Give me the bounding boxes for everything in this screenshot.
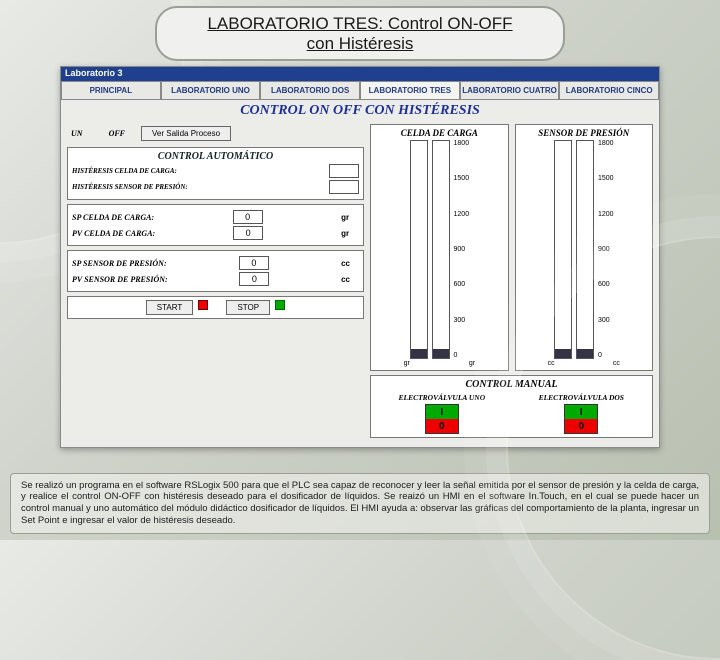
pv-presion-value: 0 (239, 272, 269, 286)
manual-panel: CONTROL MANUAL ELECTROVÁLVULA UNO I 0 EL… (370, 375, 653, 438)
start-led-icon (198, 300, 208, 310)
pv-celda-label: PV CELDA DE CARGA: (72, 229, 155, 238)
presion-panel: SP SENSOR DE PRESIÓN: 0 cc PV SENSOR DE … (67, 250, 364, 292)
tab-lab-cinco[interactable]: LABORATORIO CINCO (559, 81, 659, 99)
hmi-window: Laboratorio 3 PRINCIPAL LABORATORIO UNO … (60, 66, 660, 448)
start-button[interactable]: START (146, 300, 193, 315)
sp-presion-label: SP SENSOR DE PRESIÓN: (72, 259, 167, 268)
valve-1: ELECTROVÁLVULA UNO I 0 (375, 393, 508, 434)
valve-1-switch[interactable]: I 0 (425, 404, 459, 434)
slide-caption: Se realizó un programa en el software RS… (10, 473, 710, 535)
hmi-page-title: CONTROL ON OFF CON HISTÉRESIS (61, 100, 659, 122)
valve-2-on[interactable]: I (565, 405, 597, 419)
slide-title: LABORATORIO TRES: Control ON-OFF con His… (155, 6, 565, 61)
auto-panel-title: CONTROL AUTOMÁTICO (72, 151, 359, 162)
off-label: OFF (109, 129, 125, 138)
pv-presion-unit: cc (341, 275, 359, 284)
gauge-celda-title: CELDA DE CARGA (374, 128, 504, 138)
stop-led-icon (275, 300, 285, 310)
pv-celda-unit: gr (341, 229, 359, 238)
gauge-celda-unit-a: gr (404, 360, 410, 367)
manual-panel-title: CONTROL MANUAL (375, 379, 648, 390)
gauge-celda-bar-pv (432, 140, 450, 359)
pv-presion-label: PV SENSOR DE PRESIÓN: (72, 275, 168, 284)
gauge-presion-bar-pv (576, 140, 594, 359)
auto-panel: CONTROL AUTOMÁTICO HISTÉRESIS CELDA DE C… (67, 147, 364, 200)
gauge-presion-title: SENSOR DE PRESIÓN (519, 128, 649, 138)
sp-presion-unit: cc (341, 259, 359, 268)
sp-celda-input[interactable]: 0 (233, 210, 263, 224)
gauge-presion-ticks: 18001500 1200900 600300 0 (598, 140, 614, 359)
tab-lab-dos[interactable]: LABORATORIO DOS (260, 81, 360, 99)
valve-1-off[interactable]: 0 (426, 419, 458, 433)
valve-2-off[interactable]: 0 (565, 419, 597, 433)
hist-celda-label: HISTÉRESIS CELDA DE CARGA: (72, 167, 177, 175)
gauge-presion-unit-a: cc (548, 360, 555, 367)
gauge-presion-bar-sp (554, 140, 572, 359)
valve-1-label: ELECTROVÁLVULA UNO (375, 393, 508, 402)
celda-panel: SP CELDA DE CARGA: 0 gr PV CELDA DE CARG… (67, 204, 364, 246)
gauge-celda-panel: CELDA DE CARGA 18001500 1200900 600300 0… (370, 124, 508, 371)
un-label: UN (71, 129, 83, 138)
valve-2: ELECTROVÁLVULA DOS I 0 (515, 393, 648, 434)
gauge-celda-unit-b: gr (469, 360, 475, 367)
off-block: UN OFF Ver Salida Proceso (67, 124, 364, 143)
sp-celda-unit: gr (341, 213, 359, 222)
gauge-celda-bar-sp (410, 140, 428, 359)
tab-bar: PRINCIPAL LABORATORIO UNO LABORATORIO DO… (61, 81, 659, 100)
tab-lab-cuatro[interactable]: LABORATORIO CUATRO (460, 81, 560, 99)
start-stop-panel: START STOP (67, 296, 364, 319)
tab-principal[interactable]: PRINCIPAL (61, 81, 161, 99)
valve-2-label: ELECTROVÁLVULA DOS (515, 393, 648, 402)
sp-celda-label: SP CELDA DE CARGA: (72, 213, 154, 222)
hmi-window-titlebar: Laboratorio 3 (61, 67, 659, 81)
sp-presion-input[interactable]: 0 (239, 256, 269, 270)
hist-presion-label: HISTÉRESIS SENSOR DE PRESIÓN: (72, 183, 188, 191)
stop-button[interactable]: STOP (226, 300, 270, 315)
pv-celda-value: 0 (233, 226, 263, 240)
ver-salida-button[interactable]: Ver Salida Proceso (141, 126, 231, 141)
valve-2-switch[interactable]: I 0 (564, 404, 598, 434)
hist-presion-input[interactable] (329, 180, 359, 194)
gauge-presion-unit-b: cc (613, 360, 620, 367)
valve-1-on[interactable]: I (426, 405, 458, 419)
gauge-celda-ticks: 18001500 1200900 600300 0 (454, 140, 470, 359)
tab-lab-uno[interactable]: LABORATORIO UNO (161, 81, 261, 99)
hist-celda-input[interactable] (329, 164, 359, 178)
gauge-presion-panel: SENSOR DE PRESIÓN 18001500 1200900 60030… (515, 124, 653, 371)
tab-lab-tres[interactable]: LABORATORIO TRES (360, 81, 460, 99)
